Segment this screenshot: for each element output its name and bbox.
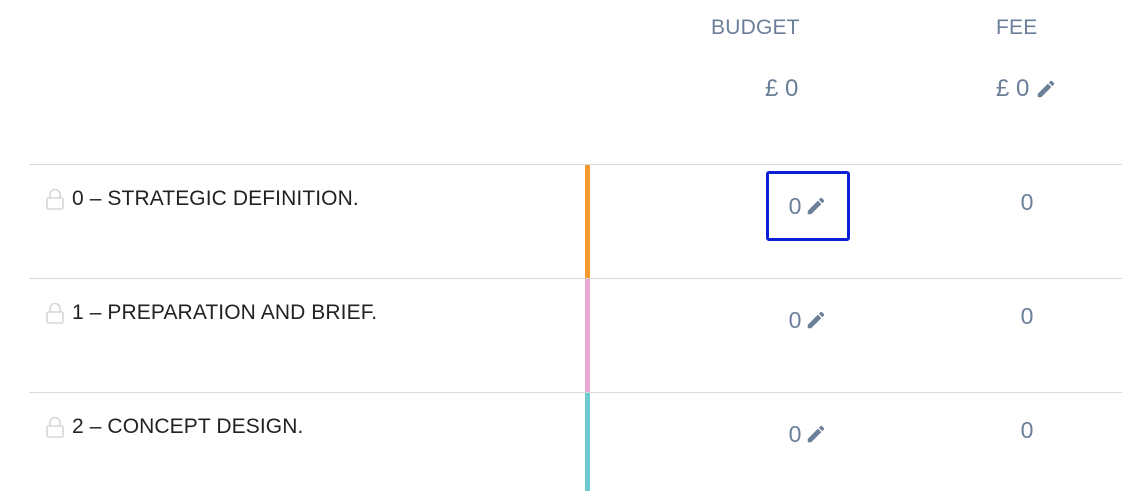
budget-column-header: BUDGET — [711, 16, 800, 39]
stage-color-bar — [585, 393, 590, 491]
table-row: 0 – STRATEGIC DEFINITION. 0 0 — [29, 164, 1122, 278]
budget-value: 0 — [788, 420, 802, 447]
budget-edit-cell[interactable]: 0 — [766, 399, 850, 469]
budget-edit-cell[interactable]: 0 — [766, 171, 850, 241]
stage-color-bar — [585, 279, 590, 392]
fee-value: 0 — [1020, 417, 1034, 443]
stage-name: 0 – STRATEGIC DEFINITION. — [43, 187, 359, 211]
budget-edit-cell[interactable]: 0 — [766, 285, 850, 355]
stage-label: 1 – PREPARATION AND BRIEF. — [72, 301, 378, 324]
lock-icon — [43, 415, 67, 439]
stage-label: 0 – STRATEGIC DEFINITION. — [72, 187, 359, 210]
table-row: 1 – PREPARATION AND BRIEF. 0 0 — [29, 278, 1122, 392]
stage-label: 2 – CONCEPT DESIGN. — [72, 415, 304, 438]
pencil-icon[interactable] — [1035, 78, 1057, 100]
stage-name: 1 – PREPARATION AND BRIEF. — [43, 301, 377, 325]
fee-total[interactable]: £ 0 — [996, 75, 1057, 103]
stage-color-bar — [585, 165, 590, 278]
pencil-icon[interactable] — [805, 309, 827, 331]
stage-name: 2 – CONCEPT DESIGN. — [43, 415, 303, 439]
budget-total: £ 0 — [765, 75, 798, 103]
fee-value: 0 — [1020, 189, 1034, 215]
stage-budget-table: BUDGET FEE £ 0 £ 0 0 – STRATEGIC DEFINIT… — [0, 0, 1122, 492]
lock-icon — [43, 187, 67, 211]
table-row: 2 – CONCEPT DESIGN. 0 0 — [29, 392, 1122, 491]
fee-total-value: £ 0 — [996, 75, 1030, 102]
fee-value: 0 — [1020, 303, 1034, 329]
budget-total-value: £ 0 — [765, 75, 799, 102]
pencil-icon[interactable] — [805, 423, 827, 445]
stage-rows: 0 – STRATEGIC DEFINITION. 0 0 1 – PREPAR… — [29, 164, 1122, 491]
fee-column-header: FEE — [996, 16, 1038, 39]
budget-value: 0 — [788, 306, 802, 333]
pencil-icon[interactable] — [805, 195, 827, 217]
budget-value: 0 — [788, 192, 802, 219]
lock-icon — [43, 301, 67, 325]
